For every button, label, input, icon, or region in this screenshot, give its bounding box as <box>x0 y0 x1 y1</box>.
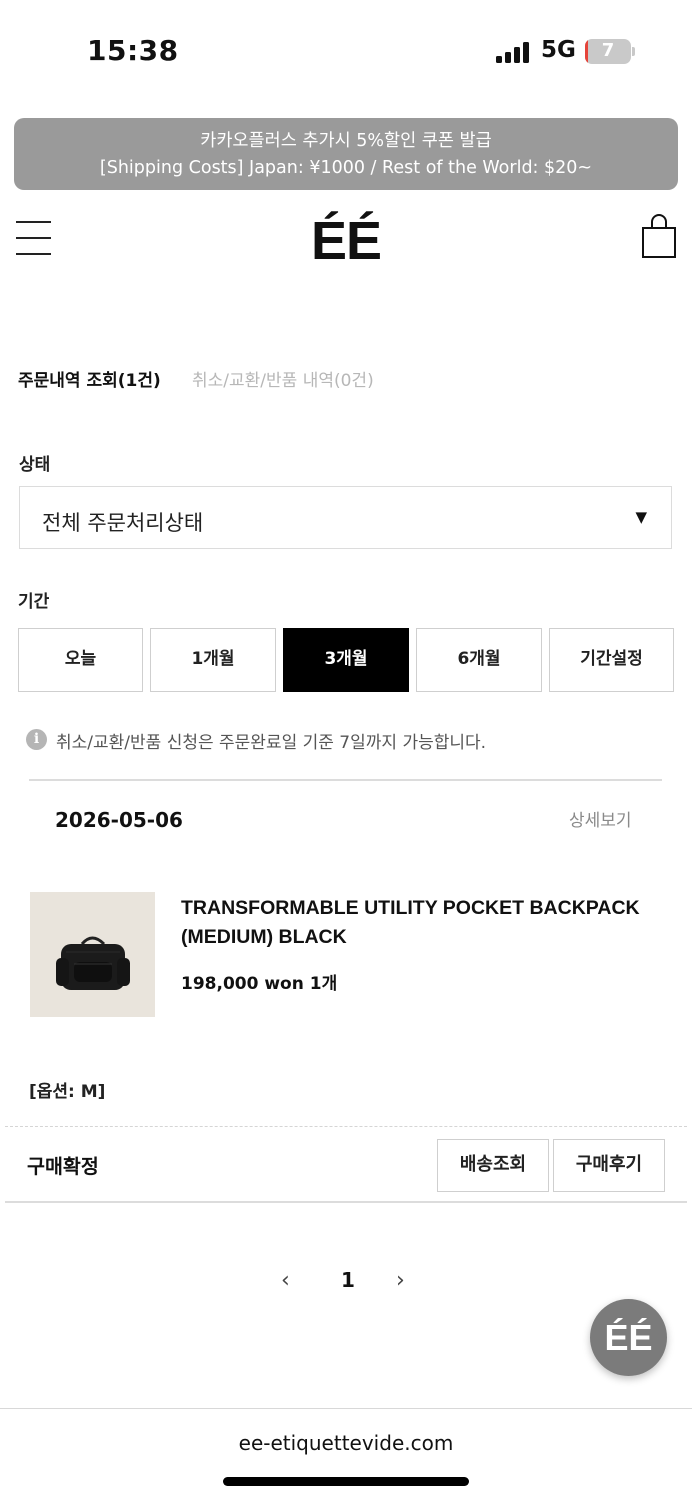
signal-icon <box>496 41 532 63</box>
section-divider <box>29 779 662 781</box>
pagination-prev-icon[interactable]: ‹ <box>281 1268 290 1293</box>
product-thumbnail[interactable] <box>30 892 155 1017</box>
home-indicator[interactable] <box>223 1477 469 1486</box>
period-button-today[interactable]: 오늘 <box>18 628 143 692</box>
order-detail-link[interactable]: 상세보기 <box>569 806 632 831</box>
period-label: 기간 <box>18 592 50 612</box>
promo-banner[interactable]: 카카오플러스 추가시 5%할인 쿠폰 발급 [Shipping Costs] J… <box>14 118 678 190</box>
order-date: 2026-05-06 <box>55 808 183 832</box>
status-bar: 15:38 5G 7 <box>0 0 692 104</box>
logo[interactable]: ÉÉ <box>296 210 396 272</box>
product-option: [옵션: M] <box>29 1082 106 1102</box>
cancellation-notice: 취소/교환/반품 신청은 주문완료일 기준 7일까지 가능합니다. <box>56 733 487 753</box>
hamburger-menu-icon[interactable] <box>16 221 51 256</box>
battery-tip <box>632 47 635 56</box>
shopping-bag-icon[interactable] <box>641 213 677 259</box>
track-delivery-button[interactable]: 배송조회 <box>437 1139 549 1192</box>
pagination-next-icon[interactable]: › <box>396 1268 405 1293</box>
period-button-1-month[interactable]: 1개월 <box>150 628 276 692</box>
period-button-6-months[interactable]: 6개월 <box>416 628 542 692</box>
status-time: 15:38 <box>87 34 179 67</box>
dashed-divider <box>5 1126 687 1127</box>
tab-cancellation-history[interactable]: 취소/교환/반품 내역(0건) <box>192 366 374 391</box>
order-status-select[interactable]: 전체 주문처리상태 ▼ <box>19 486 672 549</box>
browser-bottom-bar: ee-etiquettevide.com <box>0 1408 692 1500</box>
order-status: 구매확정 <box>27 1155 99 1178</box>
period-button-custom[interactable]: 기간설정 <box>549 628 674 692</box>
status-label: 상태 <box>19 455 51 475</box>
order-status-value: 전체 주문처리상태 <box>42 511 204 535</box>
tab-order-history[interactable]: 주문내역 조회(1건) <box>18 366 161 391</box>
product-name[interactable]: TRANSFORMABLE UTILITY POCKET BACKPACK (M… <box>181 894 671 952</box>
battery-icon: 7 <box>585 39 631 64</box>
order-bottom-divider <box>5 1201 687 1203</box>
address-url[interactable]: ee-etiquettevide.com <box>0 1431 692 1455</box>
info-icon: i <box>26 729 47 750</box>
battery-level: 7 <box>601 40 615 61</box>
dropdown-arrow-icon: ▼ <box>635 508 647 526</box>
product-price-quantity: 198,000 won 1개 <box>181 974 338 994</box>
write-review-button[interactable]: 구매후기 <box>553 1139 665 1192</box>
pagination-page-1[interactable]: 1 <box>341 1268 355 1292</box>
period-button-3-months[interactable]: 3개월 <box>283 628 409 692</box>
promo-banner-line2: [Shipping Costs] Japan: ¥1000 / Rest of … <box>99 158 593 178</box>
network-type: 5G <box>541 37 576 63</box>
floating-logo-button[interactable]: ÉÉ <box>590 1299 667 1376</box>
promo-banner-line1: 카카오플러스 추가시 5%할인 쿠폰 발급 <box>200 131 492 151</box>
